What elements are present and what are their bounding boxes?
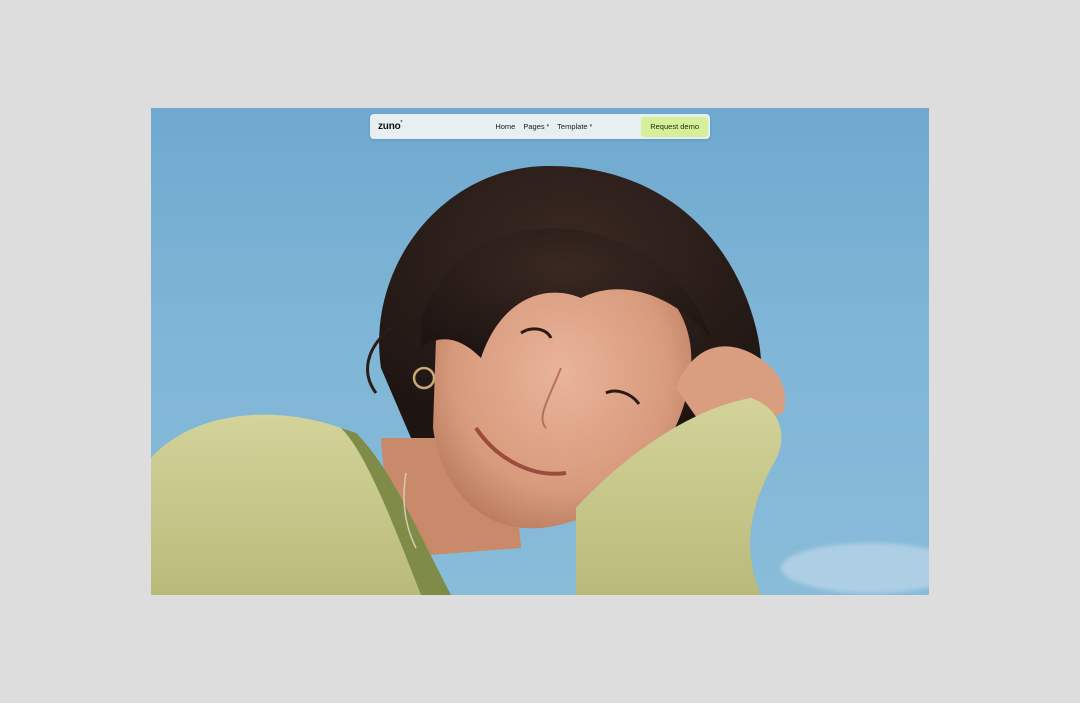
hero-frame: zuno° Home Pages ▾ Template ▾ Request de… (151, 108, 929, 595)
logo-mark: ° (400, 120, 403, 126)
hero-photo (151, 165, 929, 595)
nav-link-label: Pages (523, 122, 545, 131)
nav-link-template[interactable]: Template ▾ (557, 122, 592, 131)
chevron-down-icon: ▾ (589, 123, 593, 129)
nav-link-label: Home (495, 122, 516, 131)
nav-links: Home Pages ▾ Template ▾ (495, 122, 592, 131)
nav-link-pages[interactable]: Pages ▾ (523, 122, 549, 131)
logo-text: zuno (378, 121, 401, 132)
request-demo-button[interactable]: Request demo (641, 116, 708, 137)
top-navbar: zuno° Home Pages ▾ Template ▾ Request de… (370, 114, 710, 139)
request-demo-label: Request demo (650, 122, 699, 131)
nav-link-home[interactable]: Home (495, 122, 515, 131)
brand-logo[interactable]: zuno° (378, 120, 403, 132)
chevron-down-icon: ▾ (546, 123, 550, 129)
nav-link-label: Template (557, 122, 588, 131)
